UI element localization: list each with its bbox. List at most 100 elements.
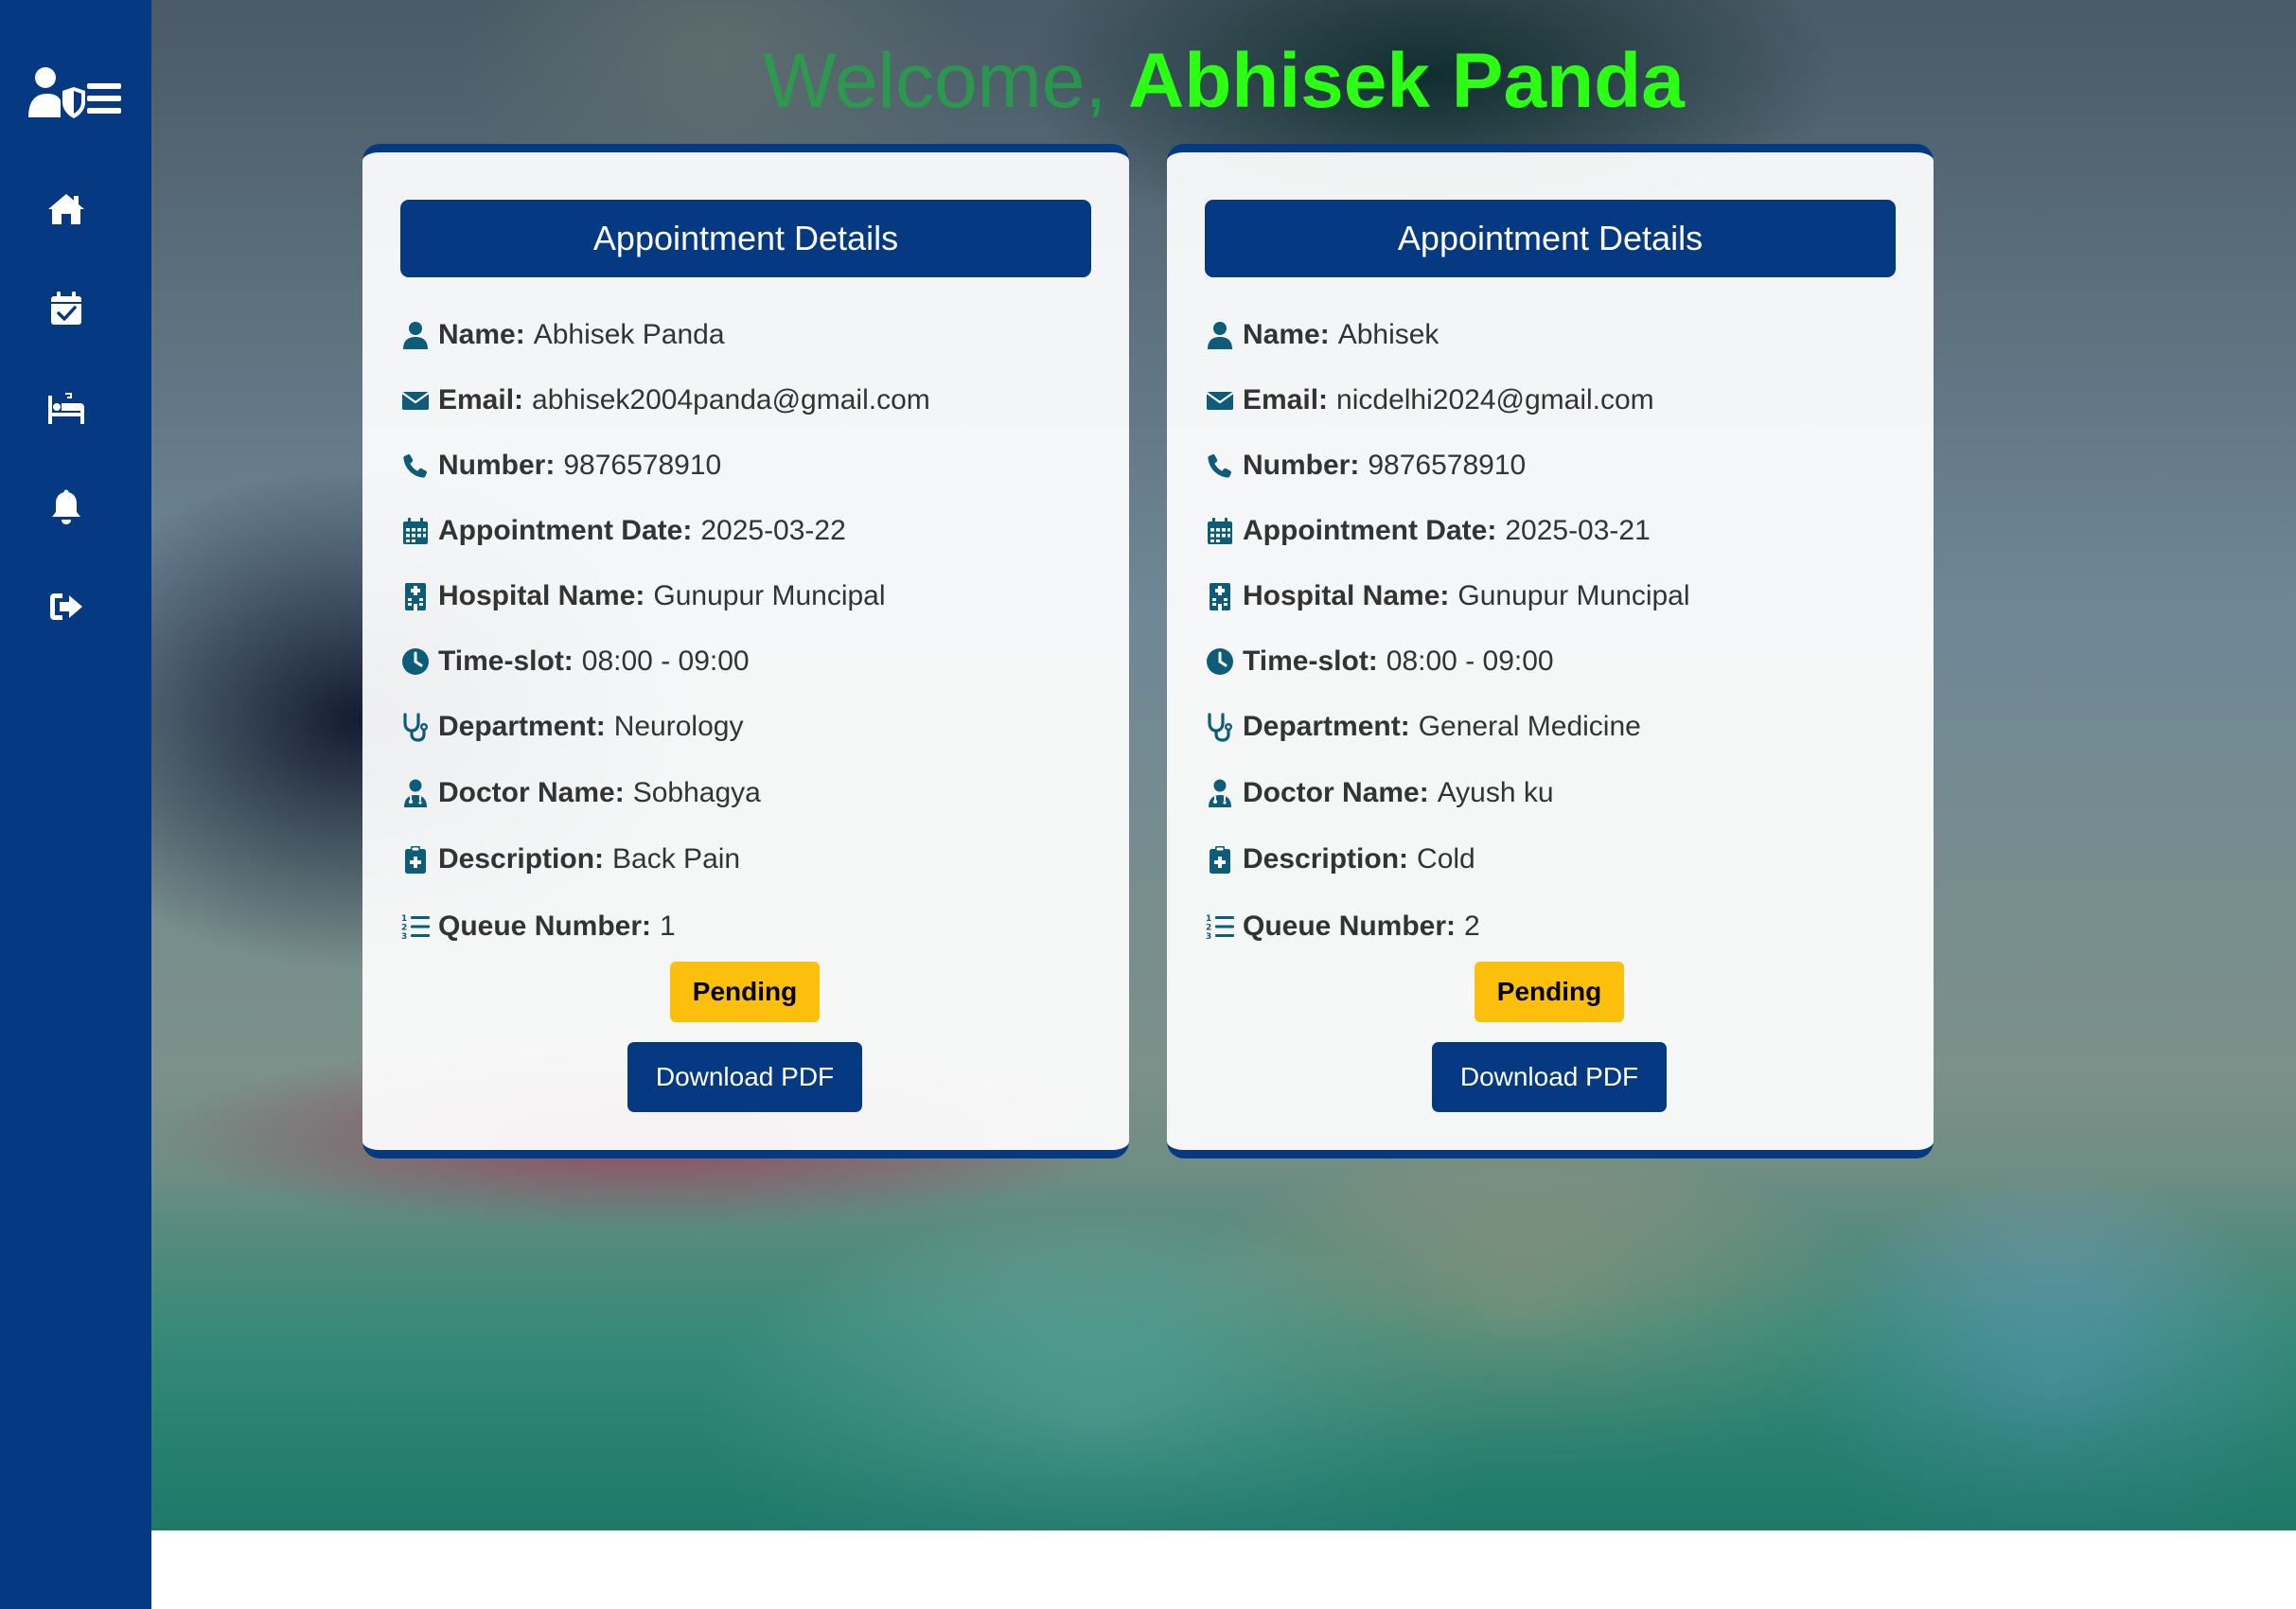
user-icon xyxy=(400,320,431,350)
doctor-icon xyxy=(1205,778,1235,808)
sign-out-icon xyxy=(50,593,82,620)
detail-label: Time-slot: xyxy=(438,645,574,677)
detail-label: Hospital Name: xyxy=(438,580,645,611)
appointment-card: Appointment Details Name: Abhisek Email:… xyxy=(1167,144,1934,1158)
sidebar-item-appointments[interactable] xyxy=(32,274,100,343)
detail-label: Name: xyxy=(438,319,525,350)
detail-email: Email: abhisek2004panda@gmail.com xyxy=(400,377,930,424)
detail-value: nicdelhi2024@gmail.com xyxy=(1336,384,1654,416)
detail-time-slot: Time-slot: 08:00 - 09:00 xyxy=(1205,638,1554,685)
detail-value: Ayush ku xyxy=(1437,777,1554,808)
detail-value: 2025-03-21 xyxy=(1505,515,1651,546)
detail-value: Gunupur Muncipal xyxy=(653,580,886,611)
detail-value: 08:00 - 09:00 xyxy=(581,645,750,677)
sidebar xyxy=(0,0,151,1609)
detail-label: Description: xyxy=(438,843,605,875)
download-pdf-button[interactable]: Download PDF xyxy=(1432,1042,1667,1112)
welcome-label: Welcome, xyxy=(763,38,1107,124)
home-icon xyxy=(48,194,84,224)
phone-icon xyxy=(1205,451,1235,481)
detail-value: Sobhagya xyxy=(632,777,761,808)
ordered-list-icon xyxy=(1205,911,1235,942)
detail-label: Department: xyxy=(438,711,606,742)
detail-value: 2 xyxy=(1464,911,1480,942)
clipboard-medical-icon xyxy=(400,844,431,875)
detail-label: Time-slot: xyxy=(1243,645,1378,677)
calendar-icon xyxy=(400,516,431,546)
stethoscope-icon xyxy=(400,712,431,742)
detail-value: abhisek2004panda@gmail.com xyxy=(532,384,930,416)
sidebar-item-beds[interactable] xyxy=(32,374,100,442)
clock-icon xyxy=(1205,646,1235,677)
hero-table-band xyxy=(151,1174,2296,1530)
welcome-heading: Welcome, Abhisek Panda xyxy=(151,34,2296,129)
detail-label: Hospital Name: xyxy=(1243,580,1450,611)
hospital-icon xyxy=(1205,581,1235,611)
detail-time-slot: Time-slot: 08:00 - 09:00 xyxy=(400,638,750,685)
doctor-icon xyxy=(400,778,431,808)
doctor-shield-menu-icon[interactable] xyxy=(26,64,123,121)
detail-description: Description: Cold xyxy=(1205,836,1475,883)
card-title: Appointment Details xyxy=(1205,200,1896,277)
detail-value: 08:00 - 09:00 xyxy=(1386,645,1554,677)
user-icon xyxy=(1205,320,1235,350)
hospital-bed-icon xyxy=(48,393,84,424)
detail-value: Cold xyxy=(1417,843,1475,875)
detail-queue-number: Queue Number: 1 xyxy=(400,903,676,950)
clipboard-medical-icon xyxy=(1205,844,1235,875)
detail-label: Appointment Date: xyxy=(1243,515,1497,546)
card-title: Appointment Details xyxy=(400,200,1091,277)
detail-label: Doctor Name: xyxy=(1243,777,1429,808)
detail-label: Name: xyxy=(1243,319,1330,350)
hospital-icon xyxy=(400,581,431,611)
detail-label: Appointment Date: xyxy=(438,515,693,546)
detail-label: Number: xyxy=(1243,450,1360,481)
detail-value: 9876578910 xyxy=(1368,450,1527,481)
detail-value: Back Pain xyxy=(612,843,741,875)
detail-queue-number: Queue Number: 2 xyxy=(1205,903,1480,950)
detail-number: Number: 9876578910 xyxy=(1205,442,1526,489)
download-pdf-button[interactable]: Download PDF xyxy=(627,1042,862,1112)
detail-value: 1 xyxy=(660,911,676,942)
sidebar-item-notifications[interactable] xyxy=(32,473,100,541)
detail-value: 9876578910 xyxy=(563,450,722,481)
calendar-check-icon xyxy=(51,292,81,325)
detail-label: Description: xyxy=(1243,843,1409,875)
detail-doctor: Doctor Name: Sobhagya xyxy=(400,769,761,817)
detail-value: 2025-03-22 xyxy=(700,515,846,546)
sidebar-item-logout[interactable] xyxy=(32,573,100,641)
detail-appointment-date: Appointment Date: 2025-03-22 xyxy=(400,507,846,555)
detail-doctor: Doctor Name: Ayush ku xyxy=(1205,769,1554,817)
ordered-list-icon xyxy=(400,911,431,942)
stethoscope-icon xyxy=(1205,712,1235,742)
detail-label: Email: xyxy=(438,384,524,416)
detail-hospital: Hospital Name: Gunupur Muncipal xyxy=(400,573,886,620)
phone-icon xyxy=(400,451,431,481)
detail-label: Queue Number: xyxy=(1243,911,1457,942)
detail-name: Name: Abhisek xyxy=(1205,311,1439,359)
detail-value: General Medicine xyxy=(1418,711,1641,742)
detail-hospital: Hospital Name: Gunupur Muncipal xyxy=(1205,573,1690,620)
detail-name: Name: Abhisek Panda xyxy=(400,311,725,359)
bell-icon xyxy=(52,489,80,524)
detail-value: Gunupur Muncipal xyxy=(1457,580,1690,611)
clock-icon xyxy=(400,646,431,677)
detail-email: Email: nicdelhi2024@gmail.com xyxy=(1205,377,1654,424)
detail-number: Number: 9876578910 xyxy=(400,442,721,489)
detail-value: Abhisek Panda xyxy=(533,319,725,350)
status-badge: Pending xyxy=(1475,962,1624,1022)
detail-department: Department: General Medicine xyxy=(1205,703,1641,751)
detail-label: Email: xyxy=(1243,384,1329,416)
detail-label: Queue Number: xyxy=(438,911,652,942)
detail-label: Department: xyxy=(1243,711,1410,742)
envelope-icon xyxy=(400,385,431,416)
detail-description: Description: Back Pain xyxy=(400,836,740,883)
sidebar-item-home[interactable] xyxy=(32,175,100,243)
detail-department: Department: Neurology xyxy=(400,703,743,751)
detail-value: Abhisek xyxy=(1337,319,1439,350)
user-name: Abhisek Panda xyxy=(1127,38,1685,124)
detail-label: Number: xyxy=(438,450,556,481)
appointment-card: Appointment Details Name: Abhisek Panda … xyxy=(362,144,1129,1158)
calendar-icon xyxy=(1205,516,1235,546)
detail-value: Neurology xyxy=(613,711,744,742)
